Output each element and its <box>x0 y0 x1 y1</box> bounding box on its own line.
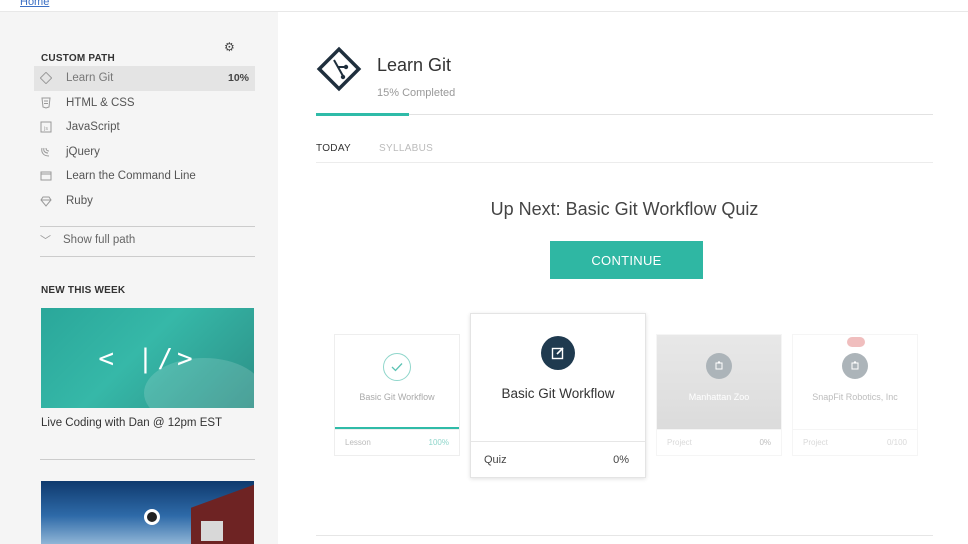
edit-square-icon <box>541 336 575 370</box>
path-item-label: Ruby <box>66 194 93 207</box>
bottom-divider <box>316 535 933 536</box>
puzzle-icon <box>706 353 732 379</box>
card-value: 0/100 <box>886 438 907 447</box>
card-title: SnapFit Robotics, Inc <box>812 392 898 402</box>
live-coding-caption[interactable]: Live Coding with Dan @ 12pm EST <box>41 417 222 429</box>
new-this-week-title: NEW THIS WEEK <box>41 285 126 296</box>
svg-text:js: js <box>43 126 48 132</box>
card-type: Project <box>803 438 828 447</box>
ruby-icon <box>40 195 52 207</box>
course-progress-bar <box>316 113 409 116</box>
tab-today[interactable]: TODAY <box>316 143 351 154</box>
card-footer: Project 0/100 <box>793 429 917 455</box>
path-item-html-css[interactable]: HTML & CSS <box>34 91 255 116</box>
jquery-icon <box>40 146 52 158</box>
badge <box>847 337 865 347</box>
path-item-label: Learn Git <box>66 72 114 85</box>
html-icon <box>40 97 52 109</box>
check-circle-icon <box>383 353 411 381</box>
divider <box>40 459 255 460</box>
path-item-percent: 10% <box>227 72 249 85</box>
javascript-icon: js <box>40 121 52 133</box>
custom-path-title: CUSTOM PATH <box>41 53 115 64</box>
home-link[interactable]: Home <box>20 0 49 8</box>
live-coding-thumbnail[interactable]: < |/> <box>41 308 254 408</box>
path-item-learn-git[interactable]: Learn Git 10% <box>34 66 255 91</box>
show-full-path-link[interactable]: ﹀ Show full path <box>40 232 135 248</box>
up-next-heading: Up Next: Basic Git Workflow Quiz <box>490 199 759 219</box>
card-value: 0% <box>759 438 771 447</box>
lesson-card[interactable]: Basic Git Workflow Lesson 100% <box>334 334 460 456</box>
card-type: Project <box>667 438 692 447</box>
path-item-label: Learn the Command Line <box>66 170 196 183</box>
card-thumbnail <box>657 335 781 430</box>
video-thumbnail[interactable] <box>41 481 254 544</box>
course-progress-track <box>316 114 933 115</box>
continue-button[interactable]: CONTINUE <box>550 241 703 279</box>
project-card-snapfit[interactable]: SnapFit Robotics, Inc Project 0/100 <box>792 334 918 456</box>
thumbnail-code-text: < |/> <box>98 344 197 374</box>
card-value: 100% <box>428 438 449 447</box>
puzzle-icon <box>842 353 868 379</box>
card-footer: Project 0% <box>657 429 781 455</box>
path-item-javascript[interactable]: js JavaScript <box>34 115 255 140</box>
tab-divider <box>316 162 933 163</box>
chevron-down-icon: ﹀ <box>40 235 51 247</box>
path-item-label: HTML & CSS <box>66 96 135 109</box>
card-value: 0% <box>613 453 629 466</box>
course-completion: 15% Completed <box>377 87 456 99</box>
card-title: Basic Git Workflow <box>501 386 615 401</box>
path-item-command-line[interactable]: Learn the Command Line <box>34 164 255 189</box>
gear-icon[interactable]: ⚙ <box>224 40 235 54</box>
tab-bar: TODAY SYLLABUS <box>316 143 461 154</box>
card-title: Basic Git Workflow <box>359 392 435 402</box>
path-list: Learn Git 10% HTML & CSS js JavaScript j… <box>34 66 255 213</box>
card-footer: Quiz 0% <box>471 441 645 477</box>
card-type: Quiz <box>484 453 507 466</box>
path-item-label: JavaScript <box>66 121 120 134</box>
git-diamond-icon <box>40 72 52 85</box>
path-item-jquery[interactable]: jQuery <box>34 140 255 165</box>
window-image <box>201 521 223 541</box>
terminal-icon <box>40 170 52 182</box>
card-title: Manhattan Zoo <box>688 392 750 402</box>
project-card-manhattan-zoo[interactable]: Manhattan Zoo Project 0% <box>656 334 782 456</box>
git-logo-icon <box>316 46 362 92</box>
course-title: Learn Git <box>377 55 452 75</box>
path-item-ruby[interactable]: Ruby <box>34 189 255 214</box>
path-item-label: jQuery <box>66 145 100 158</box>
avatar <box>144 509 160 525</box>
divider <box>40 226 255 227</box>
divider <box>40 256 255 257</box>
card-footer: Lesson 100% <box>335 429 459 455</box>
quiz-card[interactable]: Basic Git Workflow Quiz 0% <box>470 313 646 478</box>
tab-syllabus[interactable]: SYLLABUS <box>379 143 433 154</box>
show-full-path-label: Show full path <box>63 234 136 246</box>
card-type: Lesson <box>345 438 371 447</box>
